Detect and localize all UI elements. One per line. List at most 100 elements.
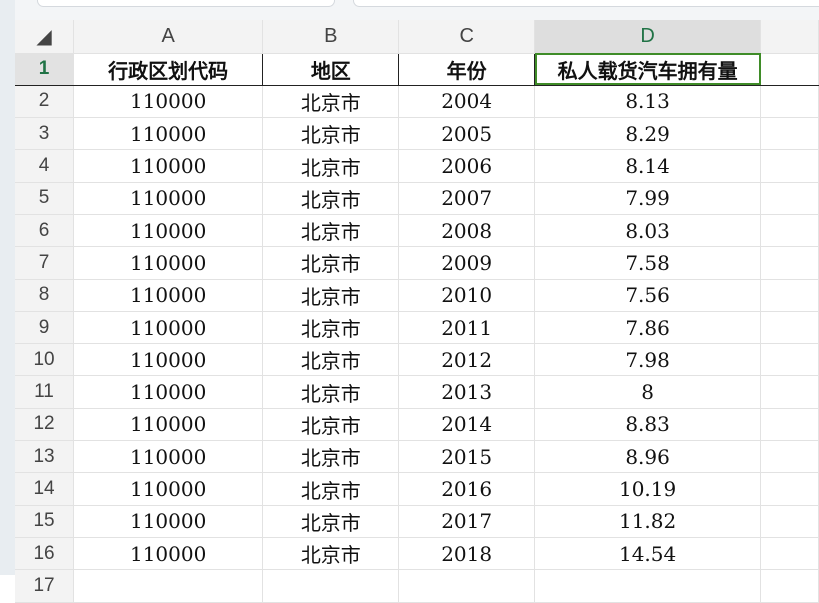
- cell[interactable]: [760, 311, 819, 345]
- cell[interactable]: 110000: [73, 472, 264, 506]
- cell[interactable]: 110000: [73, 375, 264, 409]
- cell[interactable]: 北京市: [262, 85, 400, 119]
- cell[interactable]: 8.29: [534, 117, 762, 151]
- cell[interactable]: 110000: [73, 182, 264, 215]
- cell[interactable]: 北京市: [262, 408, 400, 442]
- cell[interactable]: 北京市: [262, 117, 400, 151]
- cell[interactable]: [760, 343, 819, 377]
- cell[interactable]: [760, 505, 819, 538]
- cell[interactable]: 7.98: [534, 343, 762, 377]
- cell[interactable]: 110000: [73, 279, 264, 312]
- cell[interactable]: 110000: [73, 408, 264, 442]
- cell[interactable]: 2014: [398, 408, 535, 442]
- cell[interactable]: 110000: [73, 505, 264, 538]
- cell[interactable]: 北京市: [262, 343, 400, 377]
- cell[interactable]: 14.54: [534, 537, 762, 571]
- cell[interactable]: 8: [534, 375, 762, 409]
- cell[interactable]: 2011: [398, 311, 535, 345]
- cell[interactable]: [760, 537, 819, 571]
- cell[interactable]: [760, 214, 819, 248]
- row-header[interactable]: 16: [15, 537, 75, 571]
- cell[interactable]: 2013: [398, 375, 535, 409]
- row-header[interactable]: 7: [15, 246, 75, 280]
- cell[interactable]: 北京市: [262, 311, 400, 345]
- row-header[interactable]: 10: [15, 343, 75, 377]
- cell[interactable]: [760, 85, 819, 119]
- cell[interactable]: [760, 375, 819, 409]
- cell[interactable]: [760, 182, 819, 215]
- cell[interactable]: 北京市: [262, 472, 400, 506]
- cell[interactable]: 2016: [398, 472, 535, 506]
- cell[interactable]: 北京市: [262, 149, 400, 183]
- row-header[interactable]: 8: [15, 279, 75, 312]
- cell[interactable]: 11.82: [534, 505, 762, 538]
- cell[interactable]: 北京市: [262, 537, 400, 571]
- header-cell[interactable]: 私人载货汽车拥有量: [534, 53, 762, 86]
- cell[interactable]: 110000: [73, 343, 264, 377]
- cell[interactable]: 2010: [398, 279, 535, 312]
- cell[interactable]: [760, 472, 819, 506]
- cell[interactable]: 2007: [398, 182, 535, 215]
- cell[interactable]: 北京市: [262, 505, 400, 538]
- name-box[interactable]: [37, 0, 335, 7]
- cell[interactable]: 110000: [73, 537, 264, 571]
- cell[interactable]: 110000: [73, 149, 264, 183]
- row-header[interactable]: 1: [15, 53, 75, 86]
- cell[interactable]: 8.13: [534, 85, 762, 119]
- column-header-b[interactable]: B: [262, 20, 400, 54]
- cell[interactable]: [760, 408, 819, 442]
- cell[interactable]: 110000: [73, 311, 264, 345]
- row-header[interactable]: 12: [15, 408, 75, 442]
- header-cell[interactable]: 地区: [262, 53, 400, 86]
- cell[interactable]: 8.96: [534, 440, 762, 474]
- cell[interactable]: 8.03: [534, 214, 762, 248]
- cell[interactable]: 北京市: [262, 214, 400, 248]
- row-header[interactable]: 5: [15, 182, 75, 215]
- cell[interactable]: 2018: [398, 537, 535, 571]
- row-header[interactable]: 4: [15, 149, 75, 183]
- cell[interactable]: [760, 279, 819, 312]
- cell[interactable]: 7.99: [534, 182, 762, 215]
- cell[interactable]: 2004: [398, 85, 535, 119]
- cell[interactable]: 7.56: [534, 279, 762, 312]
- column-header-d[interactable]: D: [534, 20, 762, 54]
- cell[interactable]: 8.83: [534, 408, 762, 442]
- cell[interactable]: 110000: [73, 117, 264, 151]
- row-header[interactable]: 9: [15, 311, 75, 345]
- column-header-a[interactable]: A: [73, 20, 264, 54]
- cell[interactable]: 7.86: [534, 311, 762, 345]
- cell[interactable]: 110000: [73, 214, 264, 248]
- cell[interactable]: [760, 149, 819, 183]
- cell[interactable]: 2006: [398, 149, 535, 183]
- cell[interactable]: 2005: [398, 117, 535, 151]
- cell[interactable]: 7.58: [534, 246, 762, 280]
- header-cell[interactable]: 年份: [398, 53, 535, 86]
- cell[interactable]: 北京市: [262, 440, 400, 474]
- cell[interactable]: 2009: [398, 246, 535, 280]
- cell[interactable]: 北京市: [262, 375, 400, 409]
- cell[interactable]: 北京市: [262, 246, 400, 280]
- row-header[interactable]: 3: [15, 117, 75, 151]
- cell[interactable]: 110000: [73, 246, 264, 280]
- cell[interactable]: [760, 53, 819, 86]
- select-all-corner[interactable]: ◢: [15, 20, 75, 54]
- row-header[interactable]: 14: [15, 472, 75, 506]
- row-header[interactable]: 11: [15, 375, 75, 409]
- cell[interactable]: [760, 440, 819, 474]
- column-header-e[interactable]: [760, 20, 819, 54]
- cell[interactable]: 北京市: [262, 182, 400, 215]
- row-header[interactable]: 2: [15, 85, 75, 119]
- cell[interactable]: [760, 246, 819, 280]
- cell[interactable]: 110000: [73, 440, 264, 474]
- row-header[interactable]: 15: [15, 505, 75, 538]
- column-header-c[interactable]: C: [398, 20, 535, 54]
- cell[interactable]: 110000: [73, 85, 264, 119]
- cell[interactable]: 2015: [398, 440, 535, 474]
- cell[interactable]: 2008: [398, 214, 535, 248]
- cell[interactable]: [760, 117, 819, 151]
- cell[interactable]: 北京市: [262, 279, 400, 312]
- cell[interactable]: 10.19: [534, 472, 762, 506]
- row-header[interactable]: 13: [15, 440, 75, 474]
- formula-bar[interactable]: [353, 0, 819, 7]
- row-header[interactable]: 6: [15, 214, 75, 248]
